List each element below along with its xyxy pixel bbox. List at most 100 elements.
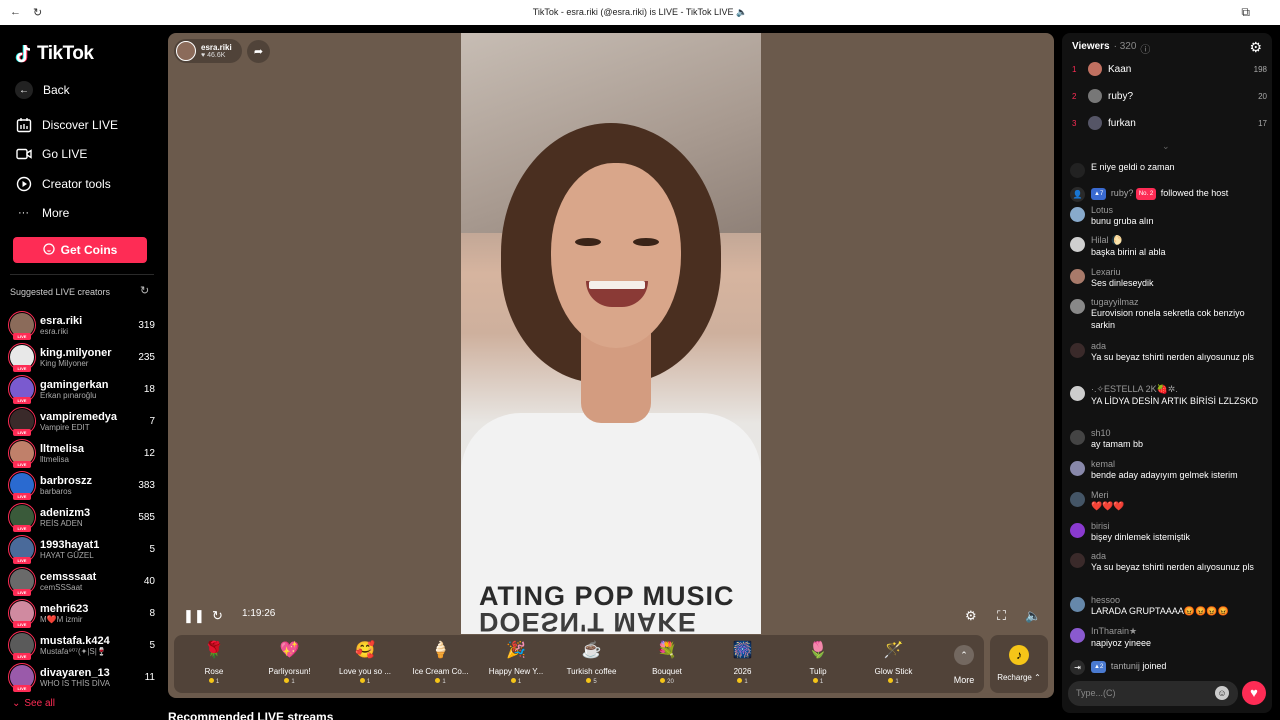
back-arrow-icon[interactable]: ← — [10, 6, 21, 19]
chat-settings-icon[interactable]: ⚙ — [1249, 39, 1262, 56]
creator-avatar[interactable]: LIVE — [8, 471, 36, 500]
user-avatar[interactable] — [1070, 343, 1085, 358]
message-user[interactable]: kemal — [1091, 459, 1266, 469]
reload-icon[interactable]: ↻ — [33, 6, 42, 19]
nav-back[interactable]: ← Back — [15, 81, 70, 99]
user-avatar[interactable] — [1070, 269, 1085, 284]
creator-item[interactable]: LIVE lltmelisa lltmelisa 12 — [8, 437, 155, 469]
creator-item[interactable]: LIVE mehri623 M❤️M izmir 8 — [8, 597, 155, 629]
gift-item[interactable]: 🌹 Rose 1 — [177, 639, 251, 685]
creator-avatar[interactable]: LIVE — [8, 567, 36, 596]
creator-item[interactable]: LIVE mustafa.k424 Mustafa⁹⁰⁷(✦|S|🍷 5 — [8, 629, 155, 661]
top-viewer-row[interactable]: 3 furkan 17 — [1072, 113, 1267, 133]
get-coins-button[interactable]: Get Coins — [13, 237, 147, 263]
extensions-icon[interactable]: ⧉ — [1241, 5, 1250, 20]
gift-item[interactable]: 🎆 2026 1 — [706, 639, 780, 685]
user-avatar[interactable] — [1070, 386, 1085, 401]
creator-item[interactable]: LIVE vampiremedya Vampire EDIT 7 — [8, 405, 155, 437]
user-avatar[interactable] — [1070, 430, 1085, 445]
creator-avatar[interactable]: LIVE — [8, 535, 36, 564]
message-user[interactable]: Lotus — [1091, 205, 1266, 215]
pause-button[interactable]: ❚❚ — [183, 608, 205, 624]
user-avatar[interactable] — [1070, 492, 1085, 507]
message-user[interactable]: ada — [1091, 341, 1266, 351]
message-user[interactable]: Meri — [1091, 490, 1266, 500]
gift-item[interactable]: 🎉 Happy New Y... 1 — [479, 639, 553, 685]
creator-item[interactable]: LIVE 1993hayat1 HAYAT GÜZEL 5 — [8, 533, 155, 565]
see-all-link[interactable]: ⌄ See all — [12, 698, 55, 709]
creator-item[interactable]: LIVE adenizm3 REİS ADEN 585 — [8, 501, 155, 533]
top-viewer-row[interactable]: 1 Kaan 198 — [1072, 59, 1267, 79]
user-avatar[interactable] — [1070, 299, 1085, 314]
tiktok-logo[interactable]: TikTok — [15, 43, 94, 65]
message-user[interactable]: Lexariu — [1091, 267, 1266, 277]
volume-button[interactable]: 🔈 — [1025, 608, 1041, 624]
nav-more[interactable]: ··· More — [15, 204, 69, 221]
share-button[interactable]: ➦ — [247, 40, 270, 63]
message-user[interactable]: Hilal 🌔 — [1091, 235, 1266, 246]
like-heart-button[interactable]: ♥ — [1242, 681, 1266, 705]
follow-user[interactable]: ruby? — [1111, 188, 1134, 198]
creator-avatar[interactable]: LIVE — [8, 439, 36, 468]
creator-avatar[interactable]: LIVE — [8, 631, 36, 660]
host-info[interactable]: esra.riki ♥ 46.6K — [174, 39, 242, 63]
gift-item[interactable]: 🌷 Tulip 1 — [781, 639, 855, 685]
host-avatar[interactable] — [176, 41, 196, 61]
gift-item[interactable]: ☕ Turkish coffee 5 — [555, 639, 629, 685]
nav-go-live[interactable]: Go LIVE — [15, 145, 87, 162]
creator-avatar[interactable]: LIVE — [8, 343, 36, 372]
refresh-button[interactable]: ↻ — [212, 608, 223, 624]
gift-icon: 🎉 — [506, 642, 526, 659]
viewers-header[interactable]: Viewers · 320 ⓘ — [1072, 41, 1150, 56]
user-avatar[interactable] — [1070, 237, 1085, 252]
message-user[interactable]: ·.✧ESTELLA 2K🍓✲. — [1091, 384, 1266, 395]
live-player[interactable]: ATING POP MUSIC DOESN'T MAKE esra.riki ♥… — [168, 33, 1054, 698]
creator-item[interactable]: LIVE barbroszz barbaros 383 — [8, 469, 155, 501]
join-user[interactable]: tantunij — [1111, 661, 1140, 671]
creator-item[interactable]: LIVE gamingerkan Erkan pınaroğlu 18 — [8, 373, 155, 405]
top-viewer-row[interactable]: 2 ruby? 20 — [1072, 86, 1267, 106]
gift-item[interactable]: 🍦 Ice Cream Co... 1 — [404, 639, 478, 685]
message-user[interactable]: birisi — [1091, 521, 1266, 531]
creator-avatar[interactable]: LIVE — [8, 503, 36, 532]
creator-avatar[interactable]: LIVE — [8, 599, 36, 628]
message-user[interactable]: tugayyilmaz — [1091, 297, 1266, 307]
user-avatar[interactable] — [1070, 163, 1085, 178]
creator-avatar[interactable]: LIVE — [8, 663, 36, 692]
gift-item[interactable]: 🥰 Love you so ... 1 — [328, 639, 402, 685]
emoji-icon[interactable]: ☺ — [1215, 686, 1229, 700]
user-avatar[interactable] — [1070, 628, 1085, 643]
settings-button[interactable]: ⚙ — [965, 608, 977, 624]
more-gifts-button[interactable]: ⌃ More — [944, 645, 984, 685]
creator-avatar[interactable]: LIVE — [8, 311, 36, 340]
refresh-icon[interactable]: ↻ — [140, 284, 149, 297]
creator-item[interactable]: LIVE esra.riki esra.riki 319 — [8, 309, 155, 341]
creator-name: lltmelisa — [40, 442, 85, 455]
gift-item[interactable]: 💖 Parliyorsun! 1 — [253, 639, 327, 685]
nav-creator-tools[interactable]: Creator tools — [15, 175, 111, 192]
user-avatar[interactable] — [1070, 461, 1085, 476]
message-user[interactable]: sh10 — [1091, 428, 1266, 438]
creator-avatar[interactable]: LIVE — [8, 375, 36, 404]
user-avatar[interactable] — [1070, 553, 1085, 568]
gift-item[interactable]: 🪄 Glow Stick 1 — [857, 639, 931, 685]
live-video[interactable]: ATING POP MUSIC DOESN'T MAKE — [461, 33, 761, 634]
creator-item[interactable]: LIVE cemsssaat cemSSSaat 40 — [8, 565, 155, 597]
chat-input[interactable]: Type...(C) — [1068, 681, 1238, 706]
host-name[interactable]: esra.riki — [201, 43, 232, 52]
recharge-button[interactable]: ♪ Recharge ⌃ — [990, 635, 1048, 693]
creator-item[interactable]: LIVE divayaren_13 WHO IS THİS DİVA 11 — [8, 661, 155, 693]
fullscreen-button[interactable]: ⛶ — [997, 608, 1006, 624]
creator-avatar[interactable]: LIVE — [8, 407, 36, 436]
info-icon[interactable]: ⓘ — [1140, 41, 1150, 56]
user-avatar[interactable] — [1070, 597, 1085, 612]
gift-item[interactable]: 💐 Bouquet 20 — [630, 639, 704, 685]
message-user[interactable]: InTharain★ — [1091, 626, 1266, 637]
message-user[interactable]: ada — [1091, 551, 1266, 561]
nav-discover-live[interactable]: Discover LIVE — [15, 116, 118, 133]
user-avatar[interactable] — [1070, 207, 1085, 222]
message-user[interactable]: hessoo — [1091, 595, 1266, 605]
chevron-down-icon[interactable]: ⌄ — [1162, 141, 1170, 152]
creator-item[interactable]: LIVE king.milyoner King Milyoner 235 — [8, 341, 155, 373]
user-avatar[interactable] — [1070, 523, 1085, 538]
